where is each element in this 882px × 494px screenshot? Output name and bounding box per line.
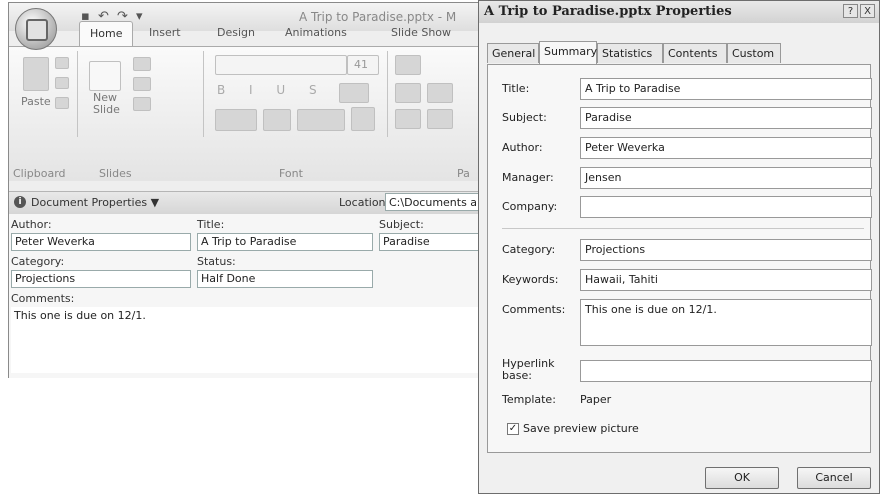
tab-statistics[interactable]: Statistics — [597, 43, 663, 63]
template-value: Paper — [580, 393, 612, 406]
font-name-box[interactable] — [215, 55, 347, 75]
status-label: Status: — [197, 255, 236, 268]
tab-contents[interactable]: Contents — [663, 43, 727, 63]
paste-button[interactable]: Paste — [21, 95, 51, 108]
new-slide-label-2[interactable]: Slide — [93, 103, 120, 116]
change-case-icon[interactable] — [263, 109, 291, 131]
powerpoint-window: ▪ ↶ ↷ ▾ A Trip to Paradise.pptx - M Home… — [8, 2, 485, 378]
template-label: Template: — [502, 393, 556, 406]
hyperlink-base-field[interactable] — [580, 360, 872, 382]
group-slides: Slides — [99, 167, 132, 180]
keywords-field[interactable]: Hawaii, Tahiti — [580, 269, 872, 291]
subject-label: Subject: — [379, 218, 424, 231]
title-field[interactable]: A Trip to Paradise — [580, 78, 872, 100]
author-label: Author: — [11, 218, 52, 231]
close-button[interactable]: X — [860, 4, 875, 18]
manager-field[interactable]: Jensen — [580, 167, 872, 189]
subject-field[interactable]: Paradise — [580, 107, 872, 129]
author-field[interactable]: Peter Weverka — [11, 233, 191, 251]
document-properties-label: Document Properties — [31, 196, 148, 209]
tab-custom[interactable]: Custom — [727, 43, 781, 63]
layout-icon[interactable] — [133, 57, 151, 71]
subject-field[interactable]: Paradise — [379, 233, 481, 251]
author-label: Author: — [502, 141, 543, 154]
title-label: Title: — [197, 218, 225, 231]
document-properties-panel: Author: Peter Weverka Title: A Trip to P… — [9, 214, 481, 378]
category-field[interactable]: Projections — [11, 270, 191, 288]
subject-label: Subject: — [502, 111, 547, 124]
cancel-button[interactable]: Cancel — [797, 467, 871, 489]
location-field[interactable]: C:\Documents a — [385, 193, 485, 211]
document-properties-bar: i Document Properties ▼ Location: C:\Doc… — [9, 191, 485, 215]
tab-home[interactable]: Home — [79, 21, 134, 46]
center-align-icon[interactable] — [427, 109, 453, 129]
keywords-label: Keywords: — [502, 273, 559, 286]
category-field[interactable]: Projections — [580, 239, 872, 261]
align-left-icon[interactable] — [395, 109, 421, 129]
properties-dialog: A Trip to Paradise.pptx Properties ? X G… — [478, 0, 880, 494]
tab-insert[interactable]: Insert — [149, 21, 181, 45]
group-divider — [77, 51, 78, 137]
summary-panel: Title: A Trip to Paradise Subject: Parad… — [487, 64, 872, 453]
title-field[interactable]: A Trip to Paradise — [197, 233, 373, 251]
group-clipboard: Clipboard — [13, 167, 66, 180]
reset-icon[interactable] — [133, 77, 151, 91]
increase-indent-icon[interactable] — [427, 83, 453, 103]
tab-slide-show[interactable]: Slide Show — [391, 21, 451, 45]
office-button[interactable] — [15, 8, 57, 50]
new-slide-icon[interactable] — [89, 61, 121, 91]
font-format-icons[interactable]: B I U S — [217, 83, 327, 97]
category-label: Category: — [502, 243, 556, 256]
tab-animations[interactable]: Animations — [285, 21, 347, 45]
group-paragraph: Pa — [457, 167, 470, 180]
document-properties-dropdown[interactable]: Document Properties ▼ — [31, 196, 159, 209]
hyperlink-label-line2: base: — [502, 369, 532, 382]
info-icon: i — [14, 196, 26, 208]
dialog-title-bar: A Trip to Paradise.pptx Properties ? X — [479, 1, 879, 23]
company-field[interactable] — [580, 196, 872, 218]
font-size-value: 41 — [354, 58, 368, 71]
dropdown-arrow-icon: ▼ — [150, 196, 160, 209]
ok-button[interactable]: OK — [705, 467, 779, 489]
cut-icon[interactable] — [55, 57, 69, 69]
format-painter-icon[interactable] — [55, 97, 69, 109]
paste-icon[interactable] — [23, 57, 49, 91]
font-color-icon[interactable] — [215, 109, 257, 131]
help-button[interactable]: ? — [843, 4, 858, 18]
customize-qat-icon[interactable]: ▾ — [136, 9, 145, 24]
location-label: Location: — [339, 196, 390, 209]
group-divider — [203, 51, 204, 137]
tab-summary[interactable]: Summary — [539, 41, 597, 64]
clear-formatting-icon[interactable] — [351, 107, 375, 131]
comments-label: Comments: — [502, 303, 566, 316]
comments-label: Comments: — [11, 292, 75, 305]
delete-slide-icon[interactable] — [133, 97, 151, 111]
character-spacing-icon[interactable] — [339, 83, 369, 103]
ribbon: Paste New Slide 41 B I U S — [9, 46, 479, 181]
office-logo-icon — [26, 19, 48, 41]
manager-label: Manager: — [502, 171, 554, 184]
copy-icon[interactable] — [55, 77, 69, 89]
author-field[interactable]: Peter Weverka — [580, 137, 872, 159]
divider — [502, 228, 864, 229]
dialog-title: A Trip to Paradise.pptx Properties — [484, 4, 732, 19]
status-field[interactable]: Half Done — [197, 270, 373, 288]
comments-field[interactable]: This one is due on 12/1. — [580, 299, 872, 346]
tab-general[interactable]: General — [487, 43, 539, 63]
bullets-icon[interactable] — [395, 55, 421, 75]
group-font: Font — [279, 167, 303, 180]
category-label: Category: — [11, 255, 65, 268]
company-label: Company: — [502, 200, 558, 213]
tab-design[interactable]: Design — [217, 21, 255, 45]
save-preview-checkbox[interactable]: ✓ — [507, 423, 519, 435]
comments-field[interactable]: This one is due on 12/1. — [11, 307, 481, 373]
font-size-box[interactable]: 41 — [347, 55, 379, 75]
title-label: Title: — [502, 82, 530, 95]
decrease-indent-icon[interactable] — [395, 83, 421, 103]
group-divider — [387, 51, 388, 137]
save-preview-label[interactable]: Save preview picture — [523, 422, 639, 435]
grow-shrink-font-icon[interactable] — [297, 109, 345, 131]
